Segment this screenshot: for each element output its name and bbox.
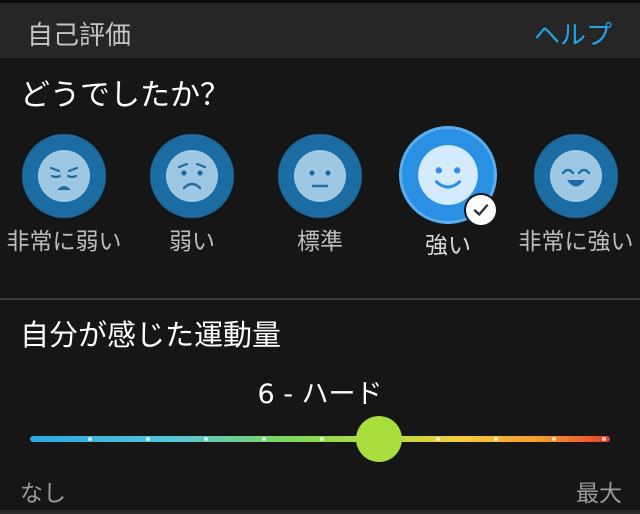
very-weak-face-icon — [38, 150, 90, 202]
checkmark-icon — [473, 204, 489, 216]
feeling-option-very-weak[interactable]: 非常に弱い — [0, 128, 128, 256]
slider-tick — [552, 437, 556, 441]
feeling-option-weak[interactable]: 弱い — [128, 128, 256, 256]
effort-title: 自分が感じた運動量 — [20, 318, 282, 352]
slider-tick — [262, 437, 266, 441]
question-text: どうでしたか？ — [20, 78, 230, 113]
feeling-circle — [534, 134, 618, 218]
feeling-label: 非常に強い — [518, 229, 634, 255]
slider-tick — [204, 437, 208, 441]
weak-face-icon — [166, 150, 218, 202]
feeling-circle-selected — [399, 126, 497, 225]
feeling-circle — [22, 134, 106, 218]
selected-check-badge — [466, 195, 496, 225]
slider-tick — [88, 437, 92, 441]
slider-tick — [602, 437, 606, 441]
feeling-circle — [278, 134, 362, 218]
effort-max-label: 最大 — [576, 481, 622, 507]
slider-tick — [320, 437, 324, 441]
help-button[interactable]: ヘルプ — [534, 15, 612, 52]
feeling-option-normal[interactable]: 標準 — [256, 128, 384, 256]
section-divider — [0, 298, 640, 300]
feeling-option-strong[interactable]: 強い — [384, 126, 512, 260]
feeling-circle — [150, 134, 234, 218]
slider-tick — [494, 437, 498, 441]
bottom-edge — [0, 510, 640, 514]
feeling-label: 強い — [425, 233, 471, 259]
effort-min-label: なし — [20, 481, 66, 507]
feeling-label: 標準 — [297, 229, 343, 255]
header-bar: 自己評価 ヘルプ — [0, 0, 640, 58]
neutral-face-icon — [294, 150, 346, 202]
slider-tick — [436, 437, 440, 441]
page-title: 自己評価 — [27, 21, 132, 51]
feeling-selector: 非常に弱い 弱い 標準 強い 非常に強い — [0, 126, 640, 298]
effort-value-label: 6 - ハード — [257, 379, 383, 410]
feeling-label: 弱い — [169, 229, 215, 255]
grin-face-icon — [550, 150, 602, 202]
feeling-label: 非常に弱い — [6, 229, 122, 255]
smile-face-icon — [418, 145, 478, 205]
feeling-option-very-strong[interactable]: 非常に強い — [512, 128, 640, 256]
slider-tick — [146, 437, 150, 441]
effort-slider-thumb[interactable] — [356, 416, 402, 462]
effort-slider-track[interactable] — [30, 436, 610, 442]
